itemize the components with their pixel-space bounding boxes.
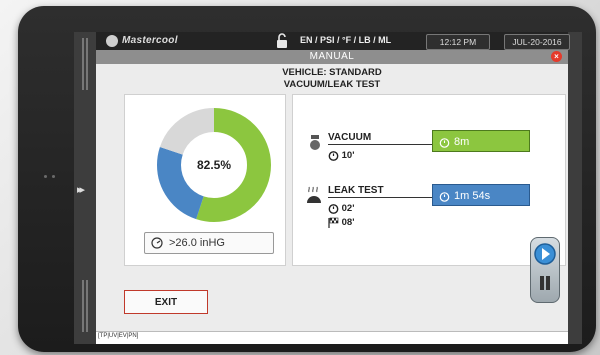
vacuum-divider	[328, 144, 432, 145]
leak-test-divider	[328, 197, 432, 198]
test-type-label: VACUUM/LEAK TEST	[283, 79, 381, 90]
expand-arrow-icon[interactable]: ▸▸	[77, 183, 85, 196]
exit-button[interactable]: EXIT	[124, 290, 208, 314]
progress-donut-chart: 82.5%	[157, 108, 271, 222]
gauge-icon	[151, 237, 163, 249]
right-side-panel	[568, 32, 582, 344]
window-title-bar: MANUAL ×	[96, 50, 568, 68]
screen: ▸▸ Mastercool EN / PSI / °F / LB / ML 12…	[74, 32, 582, 344]
brand-logo-icon	[106, 35, 118, 47]
left-grip-top[interactable]	[82, 38, 88, 90]
vacuum-set-time: 10'	[328, 150, 354, 161]
footer-label: [TP|UV|EV|PN]	[98, 333, 139, 339]
leak-test-elapsed-value: 1m 54s	[454, 190, 491, 202]
vacuum-pump-icon	[310, 135, 320, 150]
time-display: 12:12 PM	[426, 34, 490, 50]
status-bar: Mastercool EN / PSI / °F / LB / ML 12:12…	[96, 32, 570, 50]
leak-test-set-time-value: 02'	[341, 203, 355, 215]
vehicle-label: VEHICLE: STANDARD	[282, 67, 382, 78]
leak-test-icon	[307, 186, 321, 203]
vacuum-readout-value: >26.0 inHG	[169, 237, 225, 249]
vacuum-readout: >26.0 inHG	[144, 232, 274, 254]
pause-icon	[540, 276, 544, 290]
play-icon[interactable]	[533, 240, 557, 300]
leak-test-set-time: 02'	[328, 203, 354, 214]
window-title: MANUAL	[309, 51, 355, 62]
close-button[interactable]: ×	[551, 51, 562, 62]
footer-bar: [TP|UV|EV|PN]	[96, 331, 568, 344]
units-selector[interactable]: EN / PSI / °F / LB / ML	[300, 35, 391, 45]
percent-label: 82.5%	[197, 158, 231, 172]
camera-dots	[44, 175, 56, 180]
left-grip-bottom[interactable]	[82, 280, 88, 332]
brand-name: Mastercool	[122, 35, 178, 46]
leak-test-finish-time-value: 08'	[341, 217, 355, 229]
steps-panel	[292, 94, 566, 266]
stopwatch-icon	[439, 191, 450, 202]
leak-test-finish-time: 08'	[328, 217, 354, 228]
date-display: JUL-20-2016	[504, 34, 570, 50]
main-content: VEHICLE: STANDARD VACUUM/LEAK TEST 82.5%…	[96, 64, 568, 332]
leak-test-elapsed-bar: 1m 54s	[432, 184, 530, 206]
left-side-panel[interactable]: ▸▸	[74, 32, 96, 344]
tablet-frame: ▸▸ Mastercool EN / PSI / °F / LB / ML 12…	[18, 6, 596, 352]
vacuum-elapsed-bar: 8m	[432, 130, 530, 152]
vacuum-label: VACUUM	[328, 132, 372, 143]
vacuum-set-time-value: 10'	[341, 150, 355, 162]
timer-icon	[328, 204, 339, 214]
stopwatch-icon	[439, 137, 450, 148]
checkered-flag-icon	[328, 217, 339, 228]
unlock-icon[interactable]	[274, 33, 290, 49]
timer-icon	[328, 151, 339, 161]
vacuum-elapsed-value: 8m	[454, 136, 470, 148]
leak-test-label: LEAK TEST	[328, 185, 384, 196]
